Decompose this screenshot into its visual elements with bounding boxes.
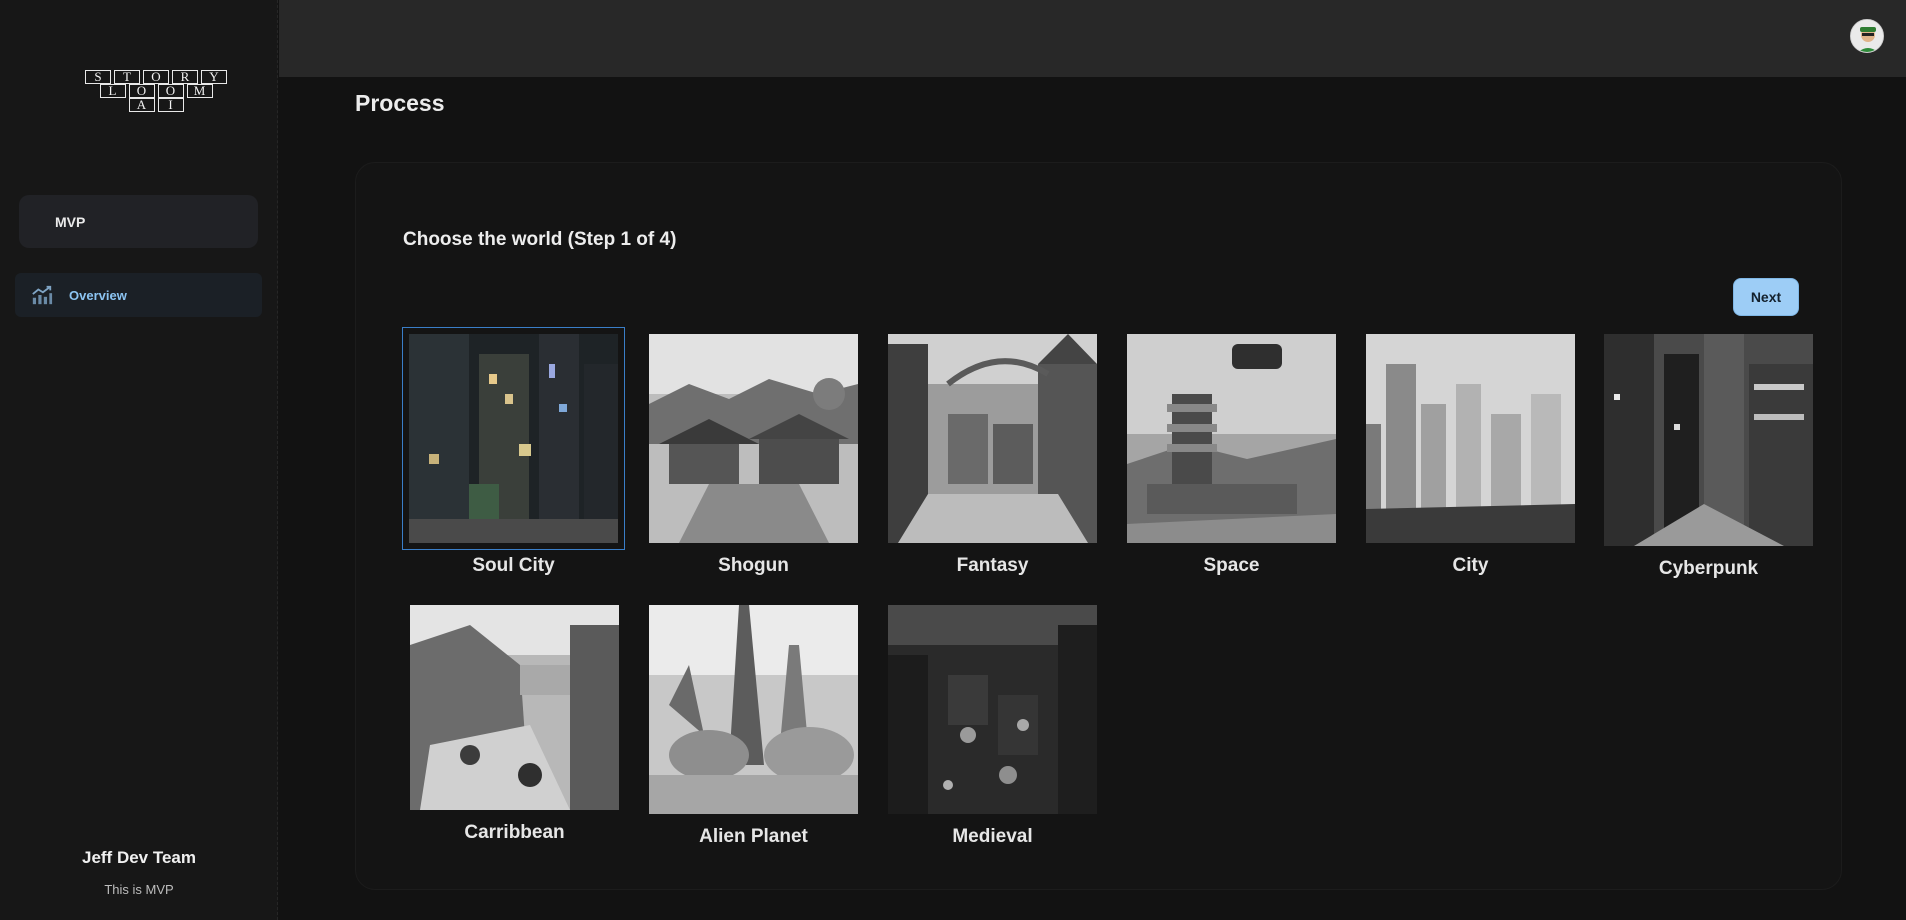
fantasy-image	[888, 334, 1097, 543]
world-thumbnail[interactable]	[410, 605, 619, 810]
team-name: Jeff Dev Team	[81, 848, 196, 867]
world-card-cyberpunk[interactable]: Cyberpunk	[1604, 334, 1813, 580]
city-image	[1366, 334, 1575, 543]
sidebar-item-label: Overview	[69, 287, 127, 303]
world-card-alien-planet[interactable]: Alien Planet	[649, 605, 858, 848]
team-subtitle: This is MVP	[104, 882, 174, 897]
storyloom-logo[interactable]: S T O R Y L O O M A I	[64, 70, 248, 112]
logo-letter: I	[157, 98, 184, 112]
space-image	[1127, 334, 1336, 543]
logo-letter: O	[157, 84, 184, 98]
project-name: MVP	[55, 213, 86, 230]
world-thumbnail[interactable]	[1127, 334, 1336, 543]
sidebar: S T O R Y L O O M A I MVP Overview Jeff …	[0, 0, 278, 920]
world-card-city[interactable]: City	[1366, 334, 1575, 577]
world-card-carribbean[interactable]: Carribbean	[410, 605, 619, 844]
world-thumbnail[interactable]	[402, 327, 625, 550]
world-label: Cyberpunk	[1658, 558, 1759, 579]
alien-planet-image	[649, 605, 858, 814]
world-thumbnail[interactable]	[649, 334, 858, 543]
sidebar-item-overview[interactable]: Overview	[15, 273, 262, 317]
logo-letter: S	[85, 70, 111, 84]
soul-city-image	[409, 334, 618, 543]
world-card-fantasy[interactable]: Fantasy	[888, 334, 1097, 577]
world-label: Carribbean	[464, 822, 565, 843]
avatar-icon	[1851, 20, 1883, 52]
world-label: Alien Planet	[699, 826, 808, 847]
project-selector[interactable]: MVP	[19, 195, 258, 248]
world-label: Medieval	[952, 826, 1033, 847]
logo-letter: Y	[201, 70, 227, 84]
carribbean-image	[410, 605, 619, 810]
step-title: Choose the world (Step 1 of 4)	[403, 229, 677, 250]
chart-trend-icon	[32, 285, 53, 305]
shogun-image	[649, 334, 858, 543]
logo-row-2: L O O M	[99, 84, 213, 98]
medieval-image	[888, 605, 1097, 814]
world-card-shogun[interactable]: Shogun	[649, 334, 858, 577]
world-thumbnail[interactable]	[888, 605, 1097, 814]
world-label: Soul City	[472, 555, 555, 576]
world-card-soul-city[interactable]: Soul City	[402, 327, 625, 577]
world-thumbnail[interactable]	[888, 334, 1097, 543]
world-card-space[interactable]: Space	[1127, 334, 1336, 577]
user-avatar[interactable]	[1850, 19, 1884, 53]
logo-letter: O	[128, 84, 155, 98]
world-label: Shogun	[718, 555, 789, 576]
logo-letter: R	[172, 70, 198, 84]
logo-letter: T	[114, 70, 140, 84]
logo-letter: A	[128, 98, 155, 112]
top-bar	[279, 0, 1906, 77]
world-thumbnail[interactable]	[1366, 334, 1575, 543]
world-thumbnail[interactable]	[1604, 334, 1813, 546]
logo-letter: L	[99, 84, 126, 98]
logo-row-1: S T O R Y	[85, 70, 227, 84]
page-title: Process	[355, 90, 445, 116]
next-button[interactable]: Next	[1734, 279, 1798, 315]
world-label: City	[1452, 555, 1489, 576]
logo-letter: O	[143, 70, 169, 84]
world-thumbnail[interactable]	[649, 605, 858, 814]
world-label: Fantasy	[956, 555, 1029, 576]
team-info: Jeff Dev Team This is MVP	[0, 848, 278, 897]
cyberpunk-image	[1604, 334, 1813, 546]
logo-letter: M	[186, 84, 213, 98]
world-card-medieval[interactable]: Medieval	[888, 605, 1097, 848]
logo-row-3: A I	[128, 98, 184, 112]
world-label: Space	[1203, 555, 1260, 576]
